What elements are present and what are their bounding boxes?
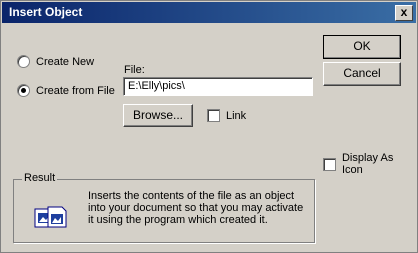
file-path-input[interactable]: E:\Elly\pics\ xyxy=(123,77,313,96)
file-label: File: xyxy=(124,64,145,76)
create-from-file-label: Create from File xyxy=(36,84,115,97)
result-group: Result Inserts the contents of the file … xyxy=(13,172,315,243)
close-button[interactable]: x xyxy=(395,5,413,21)
title-bar[interactable]: Insert Object x xyxy=(2,2,416,23)
create-from-file-option[interactable]: Create from File xyxy=(17,84,115,97)
insert-file-icon xyxy=(34,206,67,228)
ok-button[interactable]: OK xyxy=(323,35,401,59)
display-as-icon-check-box[interactable] xyxy=(323,157,336,171)
link-checkbox[interactable]: Link xyxy=(207,109,246,122)
display-as-icon-checkbox[interactable]: Display As Icon xyxy=(323,152,417,176)
link-label: Link xyxy=(226,109,247,122)
link-check-box[interactable] xyxy=(207,109,220,122)
radio-create-from-file[interactable] xyxy=(17,84,30,97)
dialog-title: Insert Object xyxy=(9,5,83,19)
result-description: Inserts the contents of the file as an o… xyxy=(88,190,304,226)
create-new-option[interactable]: Create New xyxy=(17,55,94,68)
radio-create-new[interactable] xyxy=(17,55,30,68)
result-group-title: Result xyxy=(22,172,58,184)
cancel-button[interactable]: Cancel xyxy=(323,62,401,86)
browse-button[interactable]: Browse... xyxy=(123,104,193,127)
insert-object-dialog: Insert Object x Create New Create from F… xyxy=(0,0,418,253)
create-new-label: Create New xyxy=(36,55,95,68)
display-as-icon-label: Display As Icon xyxy=(341,152,394,176)
